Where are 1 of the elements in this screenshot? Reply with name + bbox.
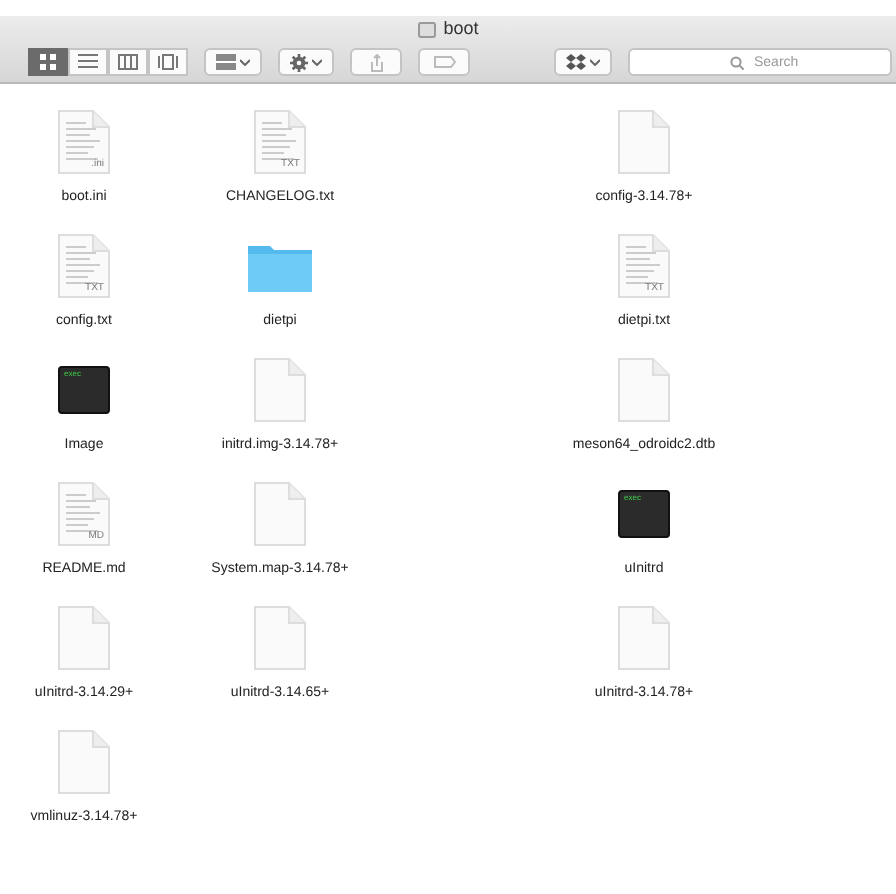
window-title: boot <box>443 16 479 43</box>
